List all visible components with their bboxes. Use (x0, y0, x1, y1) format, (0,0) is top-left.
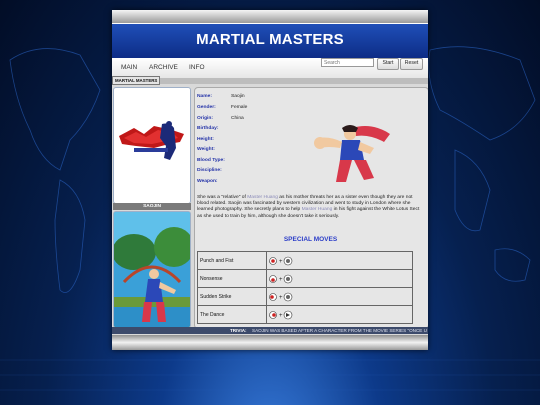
search-input[interactable] (321, 58, 374, 67)
field-label-name: Name: (197, 94, 212, 99)
table-row: Nonsense + (197, 269, 413, 288)
field-value-gender: Female (231, 105, 248, 110)
svg-text:+: + (279, 313, 283, 319)
breadcrumb[interactable]: MARTIAL MASTERS (112, 76, 161, 85)
header-banner: MARTIAL MASTERS (112, 23, 428, 59)
top-stripe (112, 10, 428, 23)
character-sprite (314, 125, 390, 182)
game-logo-box (113, 87, 191, 204)
svg-text:+: + (279, 259, 283, 265)
move-name: Sudden Strike (197, 287, 267, 306)
trivia-text: SAOJIN WAS BASED AFTER A CHARACTER FROM … (252, 328, 427, 333)
start-button[interactable]: Start (377, 58, 399, 70)
field-label-birthday: Birthday: (197, 126, 219, 131)
joystick-back-icon: + (269, 292, 293, 301)
field-label-blood-type: Blood Type: (197, 158, 225, 163)
table-row: The Dance + (197, 305, 413, 324)
special-moves-title: SPECIAL MOVES (283, 236, 338, 243)
joystick-forward-icon: + (269, 256, 293, 265)
field-value-origin: China (231, 116, 244, 121)
game-logo (119, 121, 184, 160)
master-huang-link-2[interactable]: Master Huang (302, 207, 333, 212)
nav-info-link[interactable]: INFO (189, 64, 205, 71)
page-container: MARTIAL MASTERS MAIN ARCHIVE INFO Start … (112, 10, 428, 350)
character-name-bar: SAOJIN (113, 203, 191, 210)
table-row: Sudden Strike + (197, 287, 413, 306)
site-title: MARTIAL MASTERS (196, 31, 344, 48)
field-value-name: Saojin (231, 94, 245, 99)
field-label-height: Height: (197, 137, 214, 142)
trivia-ticker: TRIVIA: SAOJIN WAS BASED AFTER A CHARACT… (112, 327, 428, 334)
reset-button[interactable]: Reset (400, 58, 423, 70)
nav-archive-link[interactable]: ARCHIVE (149, 64, 178, 71)
move-input: + (266, 305, 413, 324)
field-label-discipline: Discipline: (197, 168, 222, 173)
svg-text:+: + (279, 277, 283, 283)
joystick-down-icon: + (269, 274, 293, 283)
character-portrait (113, 211, 191, 328)
master-huang-link[interactable]: Master Huang (247, 195, 278, 200)
joystick-kick-icon: + (269, 310, 293, 319)
trivia-label: TRIVIA: (230, 328, 247, 333)
move-name: Nonsense (197, 269, 267, 288)
move-input: + (266, 287, 413, 306)
bottom-stripe (112, 335, 428, 350)
move-input: + (266, 251, 413, 270)
field-label-weapon: Weapon: (197, 179, 218, 184)
field-label-gender: Gender: (197, 105, 216, 110)
field-label-weight: Weight: (197, 147, 215, 152)
field-label-origin: Origin: (197, 116, 214, 121)
nav-main-link[interactable]: MAIN (121, 64, 137, 71)
special-moves-table: Punch and Fist + Nonsense + Sudden Strik (197, 251, 413, 324)
svg-text:+: + (279, 295, 283, 301)
table-row: Punch and Fist + (197, 251, 413, 270)
character-description: She was a "relative" of Master Huang as … (197, 195, 420, 219)
move-name: The Dance (197, 305, 267, 324)
move-input: + (266, 269, 413, 288)
move-name: Punch and Fist (197, 251, 267, 270)
